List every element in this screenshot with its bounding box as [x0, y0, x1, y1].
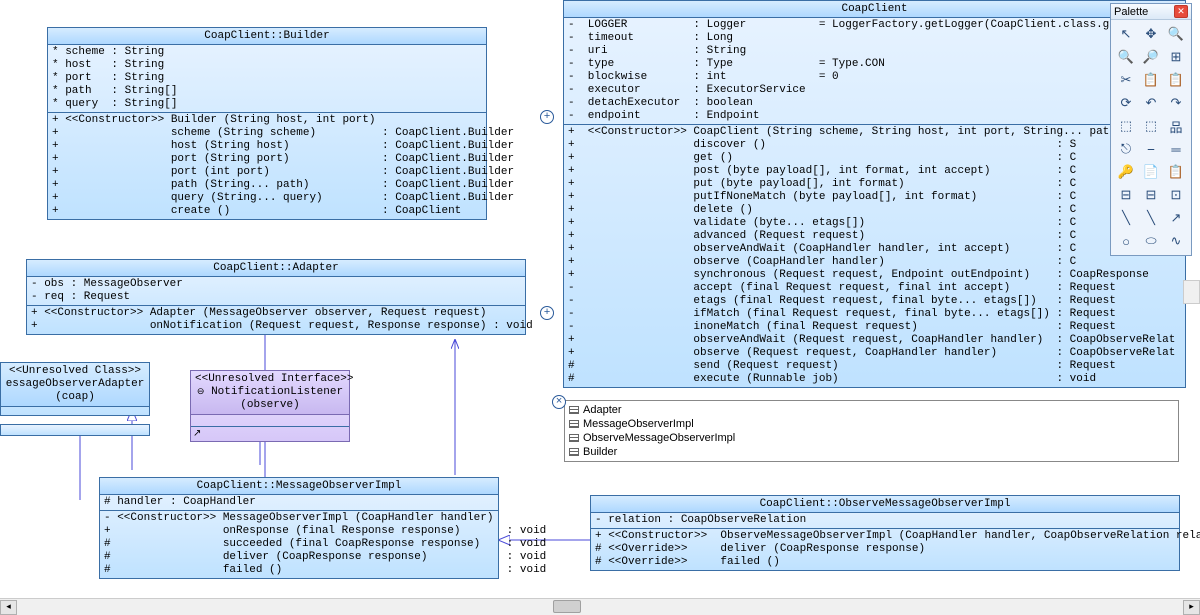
type-icon: [569, 448, 579, 456]
attrs: - obs : MessageObserver - req : Request: [27, 277, 525, 306]
tool-undo[interactable]: ↶: [1140, 93, 1162, 113]
tool-diag1[interactable]: ╲: [1115, 208, 1137, 228]
class-adapter[interactable]: CoapClient::Adapter - obs : MessageObser…: [26, 259, 526, 335]
unresolved-class[interactable]: <<Unresolved Class>> essageObserverAdapt…: [0, 362, 150, 416]
tool-zoom-out[interactable]: 🔎: [1140, 47, 1162, 67]
class-observe-message-observer[interactable]: CoapClient::ObserveMessageObserverImpl -…: [590, 495, 1180, 571]
attrs: # handler : CoapHandler: [100, 495, 498, 511]
attrs: - relation : CoapObserveRelation: [591, 513, 1179, 529]
unresolved-interface[interactable]: <<Unresolved Interface>> ⊖ NotificationL…: [190, 370, 350, 442]
unresolved-class-extra[interactable]: [0, 424, 150, 436]
ops: + <<Constructor>> CoapClient (String sch…: [564, 125, 1185, 387]
class-title: CoapClient::ObserveMessageObserverImpl: [591, 496, 1179, 513]
ops: - <<Constructor>> MessageObserverImpl (C…: [100, 511, 498, 578]
ops: + <<Constructor>> Builder (String host, …: [48, 113, 486, 219]
scroll-thumb[interactable]: [553, 600, 581, 613]
tool-zoom[interactable]: 🔍: [1165, 24, 1187, 44]
nesting-socket-icon[interactable]: +: [540, 110, 554, 124]
list-item[interactable]: Adapter: [569, 403, 1174, 417]
tool-pan[interactable]: ✥: [1140, 24, 1162, 44]
tool-interface[interactable]: ⬚: [1140, 116, 1162, 136]
tool-ellipse1[interactable]: ○: [1115, 231, 1137, 251]
tool-key[interactable]: 🔑: [1115, 162, 1137, 182]
class-message-observer[interactable]: CoapClient::MessageObserverImpl # handle…: [99, 477, 499, 579]
list-item[interactable]: ObserveMessageObserverImpl: [569, 431, 1174, 445]
class-title: CoapClient: [564, 1, 1185, 18]
tool-rect1[interactable]: ⊟: [1115, 185, 1137, 205]
type-icon: [569, 406, 579, 414]
tool-note[interactable]: 📄: [1140, 162, 1162, 182]
tool-cut[interactable]: ✂: [1115, 70, 1137, 90]
palette-title-text: Palette: [1114, 6, 1148, 18]
tool-assoc[interactable]: ⎋: [1115, 139, 1137, 159]
attrs: - LOGGER : Logger = LoggerFactory.getLog…: [564, 18, 1185, 125]
tool-zoom-in[interactable]: 🔍: [1115, 47, 1137, 67]
close-icon[interactable]: ✕: [1174, 5, 1188, 18]
palette-panel[interactable]: Palette ✕ ↖ ✥ 🔍 🔍 🔎 ⊞ ✂ 📋 📋 ⟳ ↶ ↷ ⬚ ⬚ 品 …: [1110, 3, 1192, 256]
tool-arrow[interactable]: ↗: [1165, 208, 1187, 228]
tool-rect3[interactable]: ⊡: [1165, 185, 1187, 205]
type-icon: [569, 420, 579, 428]
class-builder[interactable]: CoapClient::Builder * scheme : String * …: [47, 27, 487, 220]
tool-zoom-fit[interactable]: ⊞: [1165, 47, 1187, 67]
nested-types-list[interactable]: Adapter MessageObserverImpl ObserveMessa…: [564, 400, 1179, 462]
nesting-socket-icon[interactable]: +: [540, 306, 554, 320]
tool-refresh[interactable]: ⟳: [1115, 93, 1137, 113]
tool-copy[interactable]: 📋: [1140, 70, 1162, 90]
ops: + <<Constructor>> ObserveMessageObserver…: [591, 529, 1179, 570]
class-title: CoapClient::Adapter: [27, 260, 525, 277]
tool-package[interactable]: 品: [1165, 116, 1187, 136]
nesting-socket-icon[interactable]: ×: [552, 395, 566, 409]
type-icon: [569, 434, 579, 442]
class-title: <<Unresolved Interface>> ⊖ NotificationL…: [191, 371, 349, 415]
scroll-left-button[interactable]: ◂: [0, 600, 17, 615]
tool-redo[interactable]: ↷: [1165, 93, 1187, 113]
tool-class[interactable]: ⬚: [1115, 116, 1137, 136]
palette-title-bar[interactable]: Palette ✕: [1111, 4, 1191, 20]
horizontal-scrollbar[interactable]: ◂ ▸: [0, 598, 1200, 615]
list-item[interactable]: MessageObserverImpl: [569, 417, 1174, 431]
ops: + <<Constructor>> Adapter (MessageObserv…: [27, 306, 525, 334]
diagram-canvas[interactable]: CoapClient::Builder * scheme : String * …: [0, 0, 1200, 597]
tool-select[interactable]: ↖: [1115, 24, 1137, 44]
tool-clip[interactable]: 📋: [1165, 162, 1187, 182]
tool-ellipse2[interactable]: ⬭: [1140, 231, 1162, 251]
tool-diag2[interactable]: ╲: [1140, 208, 1162, 228]
vertical-scrollbar[interactable]: [1183, 280, 1200, 304]
tool-rect2[interactable]: ⊟: [1140, 185, 1162, 205]
scroll-track[interactable]: [17, 600, 1183, 615]
class-coapclient[interactable]: CoapClient - LOGGER : Logger = LoggerFac…: [563, 0, 1186, 388]
class-title: CoapClient::Builder: [48, 28, 486, 45]
tool-line2[interactable]: ═: [1165, 139, 1187, 159]
list-item[interactable]: Builder: [569, 445, 1174, 459]
class-title: CoapClient::MessageObserverImpl: [100, 478, 498, 495]
attrs: * scheme : String * host : String * port…: [48, 45, 486, 113]
palette-toolgrid: ↖ ✥ 🔍 🔍 🔎 ⊞ ✂ 📋 📋 ⟳ ↶ ↷ ⬚ ⬚ 品 ⎋ ⎯ ═ 🔑 📄 …: [1111, 20, 1191, 255]
tool-wave[interactable]: ∿: [1165, 231, 1187, 251]
tool-paste[interactable]: 📋: [1165, 70, 1187, 90]
class-title: <<Unresolved Class>> essageObserverAdapt…: [1, 363, 149, 407]
tool-line1[interactable]: ⎯: [1140, 139, 1162, 159]
scroll-right-button[interactable]: ▸: [1183, 600, 1200, 615]
